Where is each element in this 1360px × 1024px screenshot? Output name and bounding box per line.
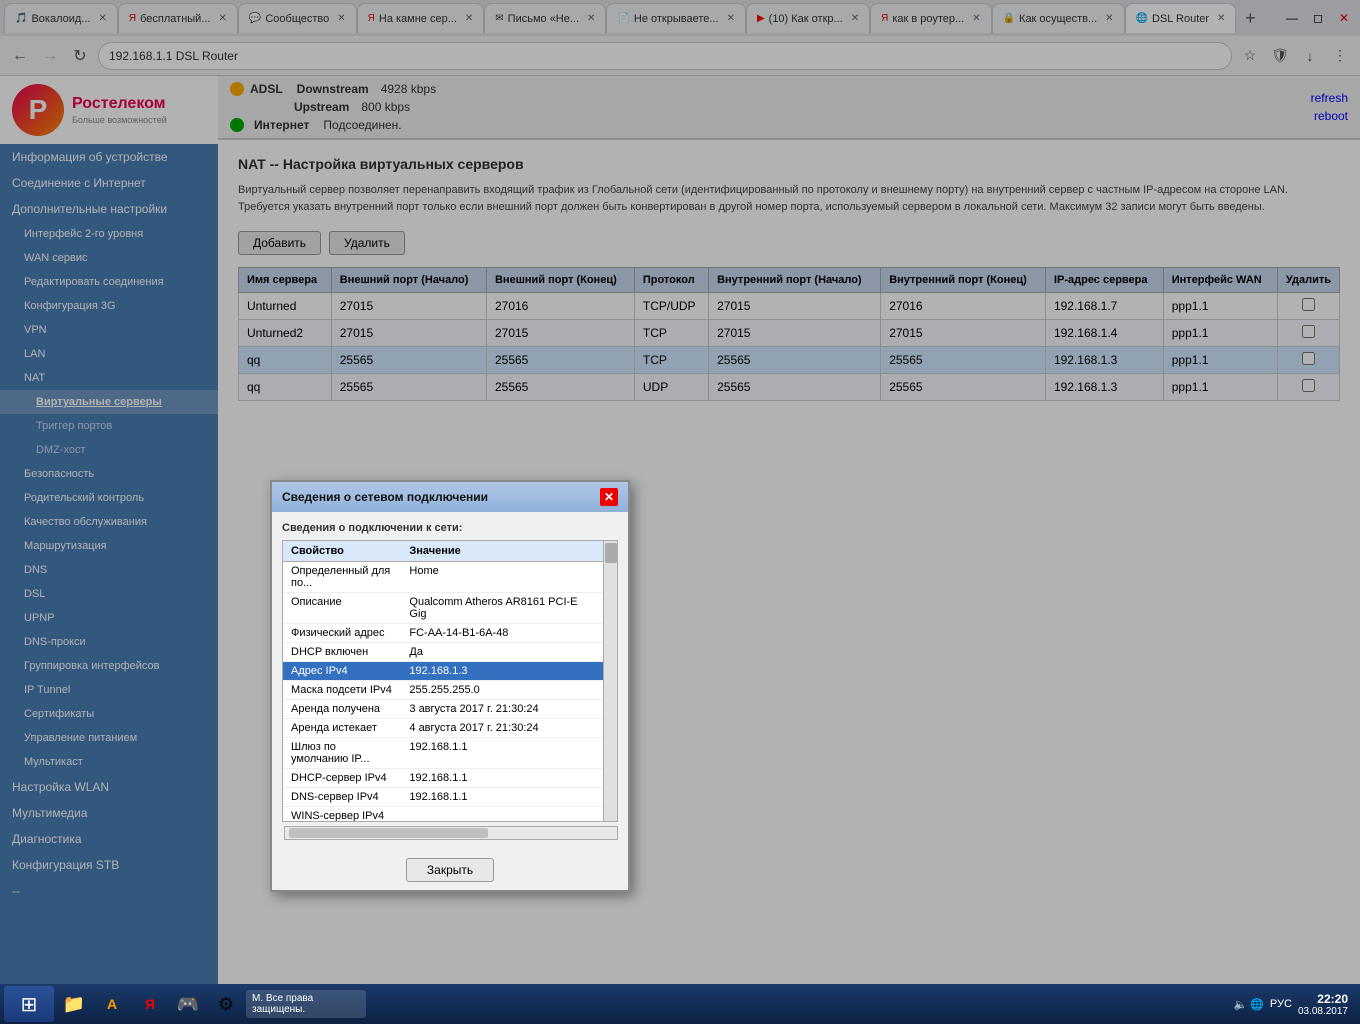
modal-cell-property: Маска подсети IPv4 xyxy=(283,681,401,700)
modal-cell-value: 192.168.1.1 xyxy=(401,769,603,788)
tray-icons: 🔈 🌐 xyxy=(1233,998,1263,1011)
clock-time: 22:20 xyxy=(1298,992,1348,1006)
modal-header-row: Свойство Значение xyxy=(283,541,603,562)
modal-subtitle: Сведения о подключении к сети: xyxy=(282,522,618,534)
modal-overlay xyxy=(0,0,1360,1024)
modal-table-container: Свойство Значение Определенный для по...… xyxy=(282,540,618,822)
modal-table-row[interactable]: Описание Qualcomm Atheros AR8161 PCI-E G… xyxy=(283,593,603,624)
modal-table-row[interactable]: Физический адрес FC-AA-14-B1-6A-48 xyxy=(283,624,603,643)
modal-cell-property: DNS-сервер IPv4 xyxy=(283,788,401,807)
modal-title: Сведения о сетевом подключении xyxy=(282,490,488,504)
modal-cell-value: 192.168.1.1 xyxy=(401,788,603,807)
modal-cell-value: Home xyxy=(401,562,603,593)
taskbar-yandex[interactable]: Я xyxy=(132,986,168,1022)
modal-cell-property: DHCP включен xyxy=(283,643,401,662)
modal-close-button[interactable]: ✕ xyxy=(600,488,618,506)
modal-title-bar: Сведения о сетевом подключении ✕ xyxy=(272,482,628,512)
modal-table: Свойство Значение Определенный для по...… xyxy=(283,541,603,821)
modal-cell-property: WINS-сервер IPv4 xyxy=(283,807,401,822)
modal-cell-value: 192.168.1.3 xyxy=(401,662,603,681)
modal-cell-property: Определенный для по... xyxy=(283,562,401,593)
modal-cell-property: Адрес IPv4 xyxy=(283,662,401,681)
taskbar-clock: 22:20 03.08.2017 xyxy=(1298,992,1356,1017)
modal-table-row[interactable]: Адрес IPv4 192.168.1.3 xyxy=(283,662,603,681)
modal-table-row[interactable]: Маска подсети IPv4 255.255.255.0 xyxy=(283,681,603,700)
taskbar-steam[interactable]: 🎮 xyxy=(170,986,206,1022)
h-scrollbar[interactable] xyxy=(284,826,618,840)
modal-table-row[interactable]: WINS-сервер IPv4 xyxy=(283,807,603,822)
modal-cell-property: Аренда истекает xyxy=(283,719,401,738)
modal-table-row[interactable]: Шлюз по умолчанию IP... 192.168.1.1 xyxy=(283,738,603,769)
scroll-thumb xyxy=(605,543,617,563)
modal-col-value: Значение xyxy=(401,541,603,562)
modal-cell-value: 255.255.255.0 xyxy=(401,681,603,700)
modal-table-row[interactable]: Аренда получена 3 августа 2017 г. 21:30:… xyxy=(283,700,603,719)
modal-footer: Закрыть xyxy=(272,850,628,890)
clock-date: 03.08.2017 xyxy=(1298,1006,1348,1017)
taskbar-active-window[interactable]: М. Все права защищены. xyxy=(246,990,366,1018)
modal-table-row[interactable]: DHCP-сервер IPv4 192.168.1.1 xyxy=(283,769,603,788)
modal-table-wrapper[interactable]: Свойство Значение Определенный для по...… xyxy=(283,541,603,821)
modal-cell-value: 192.168.1.1 xyxy=(401,738,603,769)
modal-table-row[interactable]: Определенный для по... Home xyxy=(283,562,603,593)
modal-table-row[interactable]: Аренда истекает 4 августа 2017 г. 21:30:… xyxy=(283,719,603,738)
start-button[interactable]: ⊞ xyxy=(4,986,54,1022)
tray-lang: РУС xyxy=(1270,998,1292,1010)
modal-cell-property: Аренда получена xyxy=(283,700,401,719)
modal-table-row[interactable]: DHCP включен Да xyxy=(283,643,603,662)
taskbar-browser1[interactable]: A xyxy=(94,986,130,1022)
network-info-modal: Сведения о сетевом подключении ✕ Сведени… xyxy=(270,480,630,892)
modal-cell-property: Шлюз по умолчанию IP... xyxy=(283,738,401,769)
modal-cell-value: 4 августа 2017 г. 21:30:24 xyxy=(401,719,603,738)
modal-close-btn[interactable]: Закрыть xyxy=(406,858,494,882)
taskbar-settings[interactable]: ⚙ xyxy=(208,986,244,1022)
h-scroll-thumb xyxy=(289,828,488,838)
modal-table-row[interactable]: DNS-сервер IPv4 192.168.1.1 xyxy=(283,788,603,807)
modal-cell-property: DHCP-сервер IPv4 xyxy=(283,769,401,788)
modal-cell-property: Описание xyxy=(283,593,401,624)
modal-cell-value xyxy=(401,807,603,822)
modal-hscrollbar xyxy=(282,826,618,840)
modal-cell-value: Да xyxy=(401,643,603,662)
modal-scrollbar[interactable] xyxy=(603,541,617,821)
taskbar: ⊞ 📁 A Я 🎮 ⚙ М. Все права защищены. 🔈 🌐 Р… xyxy=(0,984,1360,1024)
taskbar-file-explorer[interactable]: 📁 xyxy=(56,986,92,1022)
modal-cell-value: Qualcomm Atheros AR8161 PCI-E Gig xyxy=(401,593,603,624)
modal-cell-value: FC-AA-14-B1-6A-48 xyxy=(401,624,603,643)
modal-cell-property: Физический адрес xyxy=(283,624,401,643)
modal-cell-value: 3 августа 2017 г. 21:30:24 xyxy=(401,700,603,719)
modal-body: Сведения о подключении к сети: Свойство … xyxy=(272,512,628,850)
taskbar-tray: 🔈 🌐 РУС 22:20 03.08.2017 xyxy=(1233,992,1356,1017)
modal-col-property: Свойство xyxy=(283,541,401,562)
